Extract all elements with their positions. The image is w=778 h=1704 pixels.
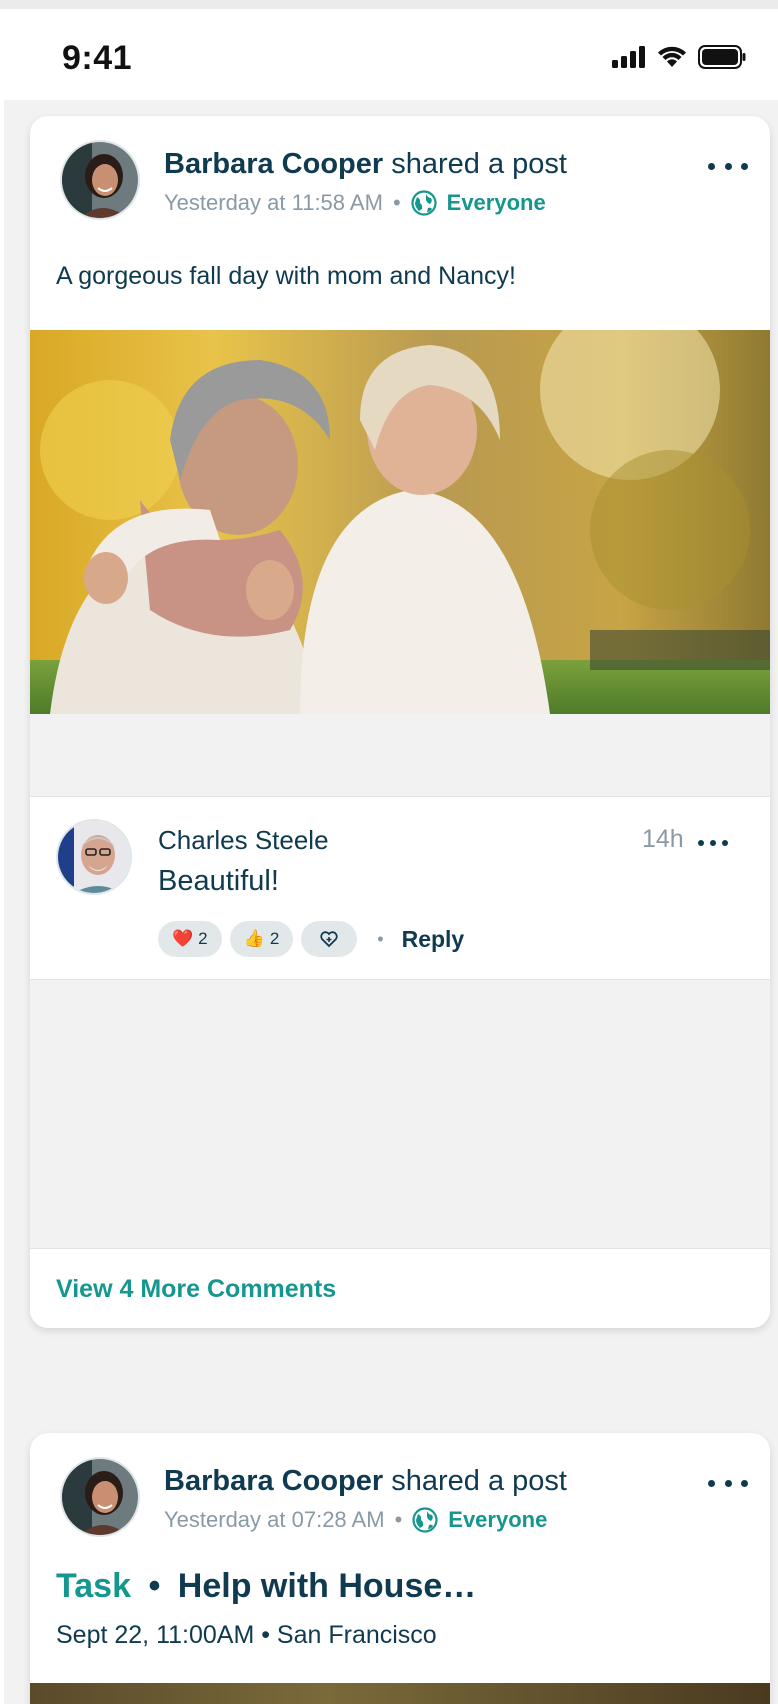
app-screen: 9:41 Barbara Cooper shared a post Yester…	[0, 0, 778, 1704]
reaction-heart[interactable]: ❤️ 2	[158, 921, 222, 957]
audience-label[interactable]: Everyone	[448, 1507, 547, 1533]
post-timestamp: Yesterday at 11:58 AM	[164, 190, 383, 215]
status-icons	[612, 45, 746, 69]
globe-icon	[411, 190, 437, 216]
add-reaction-icon	[320, 931, 338, 948]
author-name[interactable]: Barbara Cooper	[164, 148, 383, 180]
post-title: Barbara Cooper shared a post	[164, 1465, 567, 1498]
task-schedule: Sept 22, 11:00AM • San Francisco	[56, 1621, 437, 1649]
reply-separator: •	[377, 928, 384, 949]
comment-more-icon[interactable]	[698, 833, 728, 853]
meta-separator: •	[394, 1507, 403, 1532]
post-card: Barbara Cooper shared a post Yesterday a…	[30, 116, 770, 1328]
commenter-name[interactable]: Charles Steele	[158, 825, 329, 856]
reply-button[interactable]: Reply	[402, 926, 465, 953]
post-title: Barbara Cooper shared a post	[164, 148, 567, 181]
battery-icon	[698, 45, 746, 69]
post-action: shared a post	[391, 148, 567, 180]
meta-separator: •	[392, 190, 401, 215]
spacer	[30, 980, 770, 1248]
task-title: Help with House…	[177, 1567, 477, 1605]
heart-icon: ❤️	[172, 929, 194, 948]
post-header: Barbara Cooper shared a post Yesterday a…	[30, 1433, 770, 1553]
view-more-comments[interactable]: View 4 More Comments	[30, 1248, 770, 1328]
globe-icon	[412, 1507, 438, 1533]
comment-text: Beautiful!	[158, 865, 279, 897]
task-label: Task	[56, 1567, 131, 1605]
cellular-signal-icon	[612, 46, 645, 68]
post-meta: Yesterday at 07:28 AM • Everyone	[164, 1507, 547, 1533]
spacer	[30, 714, 770, 796]
comment-item: Charles Steele 14h Beautiful! ❤️ 2 👍 2 •…	[30, 796, 770, 980]
reaction-thumbs-up[interactable]: 👍 2	[229, 921, 294, 957]
more-options-icon[interactable]	[708, 1473, 748, 1493]
top-edge	[0, 0, 778, 9]
post-photo[interactable]	[30, 330, 770, 714]
reaction-count: 2	[198, 929, 208, 948]
add-reaction-button[interactable]	[301, 921, 358, 957]
view-more-comments-label[interactable]: View 4 More Comments	[56, 1275, 336, 1304]
thumbs-up-icon: 👍	[243, 929, 265, 948]
task-separator: •	[148, 1567, 161, 1605]
post-card: Barbara Cooper shared a post Yesterday a…	[30, 1433, 770, 1704]
post-photo[interactable]	[30, 1683, 770, 1704]
post-meta: Yesterday at 11:58 AM • Everyone	[164, 190, 546, 216]
more-options-icon[interactable]	[708, 156, 748, 176]
post-header: Barbara Cooper shared a post Yesterday a…	[30, 116, 770, 236]
author-avatar[interactable]	[60, 1457, 140, 1537]
wifi-icon	[658, 46, 686, 67]
reaction-count: 2	[269, 929, 280, 948]
post-timestamp: Yesterday at 07:28 AM	[164, 1507, 385, 1532]
commenter-avatar[interactable]	[56, 819, 132, 895]
author-name[interactable]: Barbara Cooper	[164, 1465, 383, 1497]
comment-reactions: ❤️ 2 👍 2 • Reply	[158, 921, 464, 957]
status-bar: 9:41	[0, 9, 778, 100]
task-heading[interactable]: Task • Help with House…	[56, 1567, 476, 1606]
feed[interactable]: Barbara Cooper shared a post Yesterday a…	[4, 100, 778, 1704]
author-avatar[interactable]	[60, 140, 140, 220]
audience-label[interactable]: Everyone	[447, 190, 546, 216]
post-body-text: A gorgeous fall day with mom and Nancy!	[56, 262, 516, 290]
status-time: 9:41	[62, 39, 133, 77]
post-action: shared a post	[391, 1465, 567, 1497]
comment-time: 14h	[642, 825, 684, 853]
